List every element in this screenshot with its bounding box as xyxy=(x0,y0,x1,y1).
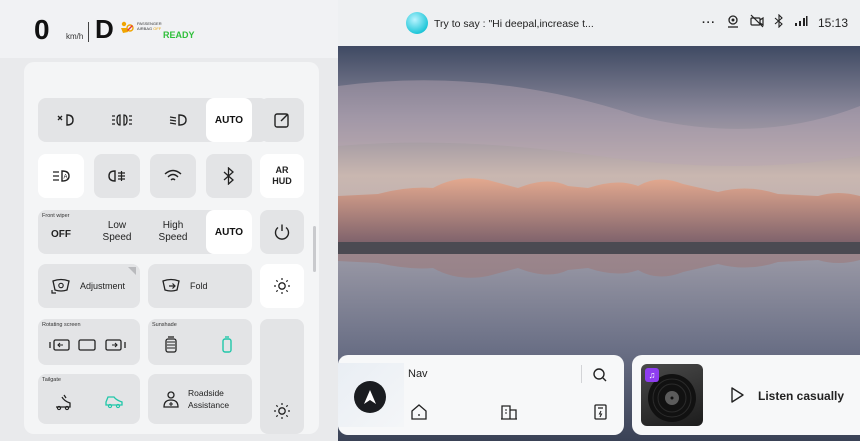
high-beam-button[interactable]: A xyxy=(38,154,84,198)
voice-assistant-icon[interactable] xyxy=(406,12,428,34)
lights-auto-label: AUTO xyxy=(214,114,244,126)
clock: 15:13 xyxy=(817,15,848,30)
airbag-off-icon xyxy=(118,20,134,36)
voice-assistant-hint[interactable]: Try to say : "Hi deepal,increase t... xyxy=(434,18,594,30)
bluetooth-button[interactable] xyxy=(206,154,252,198)
top-status-bar: Try to say : "Hi deepal,increase t... ··… xyxy=(338,0,860,46)
rotate-screen-left-button[interactable] xyxy=(46,330,74,360)
wifi-icon xyxy=(164,169,182,183)
rear-fog-icon xyxy=(107,169,127,183)
sunshade-icon xyxy=(164,336,178,354)
sunshade-toggle-button[interactable] xyxy=(212,330,242,360)
wiper-low-speed-label: Low Speed xyxy=(102,220,132,243)
display-brightness-button[interactable] xyxy=(260,264,304,308)
status-divider xyxy=(88,22,89,42)
ar-hud-label: AR HUD xyxy=(272,165,292,186)
ar-hud-button[interactable]: AR HUD xyxy=(260,154,304,198)
quick-controls-panel: AUTO A ARHUD Front wiper OFF LowSpeed xyxy=(24,62,319,434)
fog-light-off-icon xyxy=(56,113,76,127)
mirror-fold-label: Fold xyxy=(190,281,208,291)
wiper-low-speed-button[interactable]: Low Speed xyxy=(94,210,140,254)
tailgate-car-icon xyxy=(103,394,125,410)
brightness-low-icon xyxy=(273,402,291,420)
tailgate-icon xyxy=(52,393,74,411)
wiper-high-speed-label: High Speed xyxy=(158,220,188,243)
wifi-button[interactable] xyxy=(150,154,196,198)
sunshade-label: Sunshade xyxy=(152,322,177,328)
tailgate-button[interactable] xyxy=(44,384,82,420)
sunshade-toggle-icon xyxy=(220,336,234,354)
low-beam-icon xyxy=(168,113,188,127)
wiper-off-label: OFF xyxy=(51,229,71,240)
mirror-adjust-icon xyxy=(50,278,72,294)
nav-divider xyxy=(581,365,582,383)
bluetooth-status-icon xyxy=(774,13,784,31)
play-icon[interactable] xyxy=(730,387,744,408)
screen-center-button[interactable] xyxy=(76,330,98,360)
mirror-adjustment-label: Adjustment xyxy=(80,281,126,291)
power-icon xyxy=(273,223,291,241)
adjustment-corner-marker xyxy=(128,267,136,275)
charging-station-icon[interactable] xyxy=(592,403,610,426)
lights-auto-button[interactable]: AUTO xyxy=(206,98,252,142)
wiper-off-button[interactable]: OFF xyxy=(38,218,84,252)
rotate-left-icon xyxy=(49,338,71,352)
roadside-assistance-button[interactable]: Roadside Assistance xyxy=(148,374,252,424)
gear-indicator: D xyxy=(95,14,114,44)
svg-text:A: A xyxy=(64,175,68,181)
system-status-icons: ··· 15:13 xyxy=(702,13,848,31)
position-light-icon xyxy=(111,113,133,127)
speed-value: 0 xyxy=(34,14,50,45)
ready-indicator: READY xyxy=(163,30,195,40)
more-menu-button[interactable]: ··· xyxy=(702,17,716,29)
navigation-card[interactable]: Nav xyxy=(338,355,624,435)
mirror-adjustment-button[interactable]: Adjustment xyxy=(38,264,140,308)
rotate-right-icon xyxy=(104,338,126,352)
mirror-fold-button[interactable]: Fold xyxy=(148,264,252,308)
roadside-assistance-icon xyxy=(162,390,180,408)
brightness-icon xyxy=(273,277,291,295)
fog-light-off-button[interactable] xyxy=(38,98,94,142)
rotating-screen-label: Rotating screen xyxy=(42,322,81,328)
power-button[interactable] xyxy=(260,210,304,254)
rear-fog-button[interactable] xyxy=(94,154,140,198)
panel-scrollbar[interactable] xyxy=(313,226,316,272)
roadside-assistance-label: Roadside Assistance xyxy=(188,388,230,410)
company-icon[interactable] xyxy=(500,403,518,426)
bluetooth-icon xyxy=(222,167,236,185)
camera-off-icon xyxy=(750,14,764,31)
sunshade-button[interactable] xyxy=(156,330,186,360)
wiper-high-speed-button[interactable]: High Speed xyxy=(148,210,198,254)
rotate-screen-right-button[interactable] xyxy=(100,330,130,360)
driving-status-bar: 0 km/h D PASSENGER AIRBAG OFF READY xyxy=(0,0,338,58)
navigation-arrow-icon[interactable] xyxy=(354,381,386,413)
edit-controls-button[interactable] xyxy=(260,98,304,142)
location-icon xyxy=(726,14,740,31)
wiper-auto-button[interactable]: AUTO xyxy=(206,210,252,254)
nav-title: Nav xyxy=(408,368,428,380)
position-light-button[interactable] xyxy=(94,98,150,142)
music-icon: ♫ xyxy=(645,368,659,382)
home-icon[interactable] xyxy=(410,403,428,426)
mirror-fold-icon xyxy=(160,278,182,294)
search-icon[interactable] xyxy=(592,367,608,388)
edit-icon xyxy=(273,111,291,129)
low-beam-button[interactable] xyxy=(150,98,206,142)
tailgate-label: Tailgate xyxy=(42,377,61,383)
listen-casually-button[interactable]: Listen casually xyxy=(758,389,844,403)
speed-unit: km/h xyxy=(66,32,84,41)
high-beam-icon: A xyxy=(51,169,71,183)
screen-icon xyxy=(78,338,96,352)
signal-icon xyxy=(794,15,808,30)
tailgate-car-button[interactable] xyxy=(94,384,134,420)
music-card[interactable]: ♫ Listen casually xyxy=(632,355,860,435)
brightness-slider[interactable] xyxy=(260,319,304,434)
wiper-auto-label: AUTO xyxy=(214,226,244,238)
